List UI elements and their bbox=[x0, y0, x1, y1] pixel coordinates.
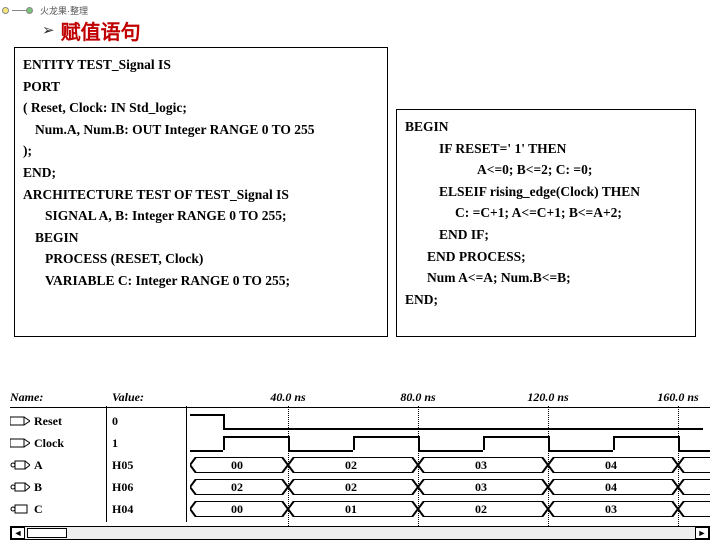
signal-in-icon bbox=[10, 437, 34, 449]
bus-value: 02 bbox=[345, 480, 357, 495]
code-line: Num A<=A; Num.B<=B; bbox=[405, 267, 687, 289]
signal-row-a: A H05 00 02 03 04 bbox=[10, 454, 710, 476]
bus-value: 04 bbox=[605, 480, 617, 495]
code-line: ( Reset, Clock: IN Std_logic; bbox=[23, 97, 379, 119]
signal-in-icon bbox=[10, 415, 34, 427]
bus-value: 03 bbox=[605, 502, 617, 517]
bus-value: 02 bbox=[231, 480, 243, 495]
bus-value: 00 bbox=[231, 458, 243, 473]
signal-row-b: B H06 02 02 03 04 bbox=[10, 476, 710, 498]
tick-label: 120.0 ns bbox=[527, 390, 568, 405]
bullet-arrow-icon: ➢ bbox=[42, 21, 55, 40]
time-axis: 40.0 ns 80.0 ns 120.0 ns 160.0 ns bbox=[190, 390, 720, 405]
col-header-value: Value: bbox=[112, 390, 190, 405]
slide-title: 赋值语句 bbox=[61, 16, 141, 45]
bus-value: 04 bbox=[605, 458, 617, 473]
code-box-right: BEGIN IF RESET=' 1' THEN A<=0; B<=2; C: … bbox=[396, 109, 696, 337]
col-header-name: Name: bbox=[10, 390, 112, 405]
wave-seg bbox=[223, 428, 703, 430]
signal-out-icon bbox=[10, 459, 34, 471]
signal-wave: 02 02 03 04 bbox=[190, 476, 710, 498]
signal-value: H05 bbox=[112, 458, 190, 473]
divider-line bbox=[10, 407, 710, 408]
signal-name: Reset bbox=[34, 414, 112, 429]
code-line: ); bbox=[23, 140, 379, 162]
code-line: A<=0; B<=2; C: =0; bbox=[405, 159, 687, 181]
wave-edge bbox=[223, 414, 225, 428]
signal-wave bbox=[190, 410, 710, 432]
code-line: END; bbox=[23, 162, 379, 184]
signal-name: C bbox=[34, 502, 112, 517]
code-line: BEGIN bbox=[405, 116, 687, 138]
signal-value: H06 bbox=[112, 480, 190, 495]
signal-row-clock: Clock 1 bbox=[10, 432, 710, 454]
timing-diagram: Name: Value: 40.0 ns 80.0 ns 120.0 ns 16… bbox=[0, 390, 720, 540]
scrollbar[interactable]: ◄ ► bbox=[10, 526, 710, 540]
code-line: ELSEIF rising_edge(Clock) THEN bbox=[405, 181, 687, 203]
code-line: END PROCESS; bbox=[405, 246, 687, 268]
title-row: ➢ 赋值语句 bbox=[0, 16, 720, 45]
signal-value: H04 bbox=[112, 502, 190, 517]
timing-header: Name: Value: 40.0 ns 80.0 ns 120.0 ns 16… bbox=[0, 390, 720, 405]
code-line: C: =C+1; A<=C+1; B<=A+2; bbox=[405, 202, 687, 224]
signal-name: B bbox=[34, 480, 112, 495]
code-line: SIGNAL A, B: Integer RANGE 0 TO 255; bbox=[23, 205, 379, 227]
code-boxes: ENTITY TEST_Signal IS PORT ( Reset, Cloc… bbox=[0, 45, 720, 337]
logo-stem bbox=[12, 10, 26, 11]
tick-label: 80.0 ns bbox=[400, 390, 435, 405]
signal-row-reset: Reset 0 bbox=[10, 410, 710, 432]
signal-wave: 00 02 03 04 bbox=[190, 454, 710, 476]
code-line: BEGIN bbox=[23, 227, 379, 249]
wave-seg bbox=[190, 414, 223, 416]
signal-out-icon bbox=[10, 481, 34, 493]
logo-dot-yellow bbox=[2, 7, 9, 14]
code-line: Num.A, Num.B: OUT Integer RANGE 0 TO 255 bbox=[23, 119, 379, 141]
code-line: IF RESET=' 1' THEN bbox=[405, 138, 687, 160]
logo-dot-green bbox=[26, 7, 33, 14]
signal-wave: 00 01 02 03 bbox=[190, 498, 710, 520]
tick-label: 40.0 ns bbox=[270, 390, 305, 405]
bus-value: 03 bbox=[475, 480, 487, 495]
scroll-right-button[interactable]: ► bbox=[695, 527, 709, 539]
bus-value: 02 bbox=[475, 502, 487, 517]
bus-value: 03 bbox=[475, 458, 487, 473]
scroll-thumb[interactable] bbox=[27, 528, 67, 538]
signal-internal-icon bbox=[10, 503, 34, 515]
signal-value: 0 bbox=[112, 414, 190, 429]
signal-wave bbox=[190, 432, 710, 454]
signal-rows: Reset 0 Clock 1 A H05 00020304 B H06 020… bbox=[10, 410, 710, 520]
code-line: END; bbox=[405, 289, 687, 311]
code-line: PROCESS (RESET, Clock) bbox=[23, 248, 379, 270]
signal-name: Clock bbox=[34, 436, 112, 451]
logo-text: 火龙果·整理 bbox=[40, 4, 88, 17]
code-box-left: ENTITY TEST_Signal IS PORT ( Reset, Cloc… bbox=[14, 47, 388, 337]
tick-label: 160.0 ns bbox=[657, 390, 698, 405]
bus-value: 01 bbox=[345, 502, 357, 517]
signal-value: 1 bbox=[112, 436, 190, 451]
scroll-left-button[interactable]: ◄ bbox=[11, 527, 25, 539]
code-line: ARCHITECTURE TEST OF TEST_Signal IS bbox=[23, 184, 379, 206]
bus-value: 00 bbox=[231, 502, 243, 517]
code-line: ENTITY TEST_Signal IS bbox=[23, 54, 379, 76]
code-line: PORT bbox=[23, 76, 379, 98]
signal-name: A bbox=[34, 458, 112, 473]
code-line: END IF; bbox=[405, 224, 687, 246]
signal-row-c: C H04 00 01 02 03 bbox=[10, 498, 710, 520]
code-line: VARIABLE C: Integer RANGE 0 TO 255; bbox=[23, 270, 379, 292]
bus-value: 02 bbox=[345, 458, 357, 473]
